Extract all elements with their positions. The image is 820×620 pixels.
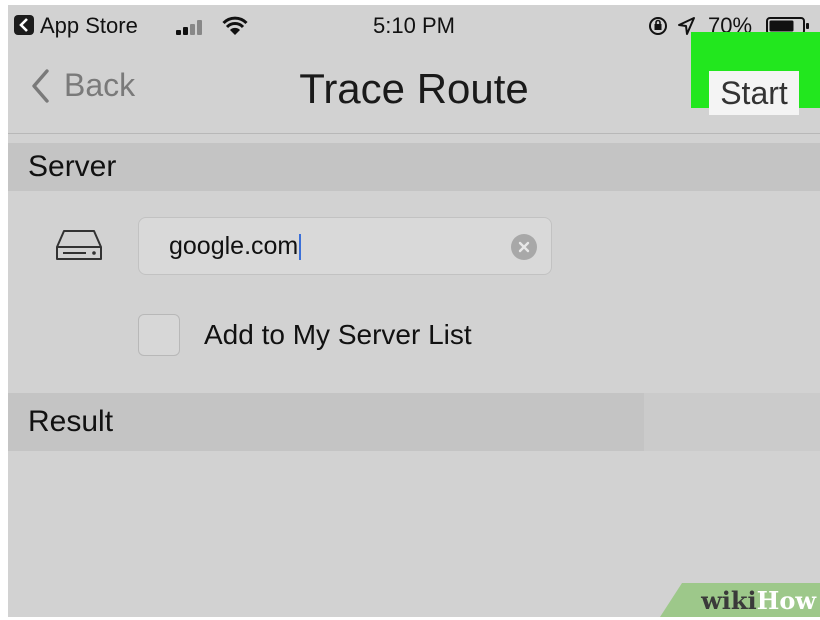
result-section-header: Result xyxy=(8,393,644,451)
text-caret xyxy=(299,234,302,261)
start-button[interactable]: Start xyxy=(709,71,799,115)
result-header-filler xyxy=(644,393,820,451)
clear-input-icon[interactable] xyxy=(511,234,537,260)
server-section-header: Server xyxy=(8,143,820,191)
wikihow-watermark: wiki How xyxy=(660,583,820,617)
server-section: google.com Add to My Server List xyxy=(8,191,820,393)
watermark-how: How xyxy=(756,585,816,615)
app-screen: App Store 5:10 PM 70% Back Trace Route S… xyxy=(8,5,820,617)
add-to-server-list-checkbox[interactable] xyxy=(138,314,180,356)
watermark-wiki: wiki xyxy=(701,585,757,615)
add-to-server-list-label[interactable]: Add to My Server List xyxy=(204,319,472,351)
hard-drive-icon xyxy=(56,230,102,260)
rotation-lock-icon xyxy=(649,17,667,35)
host-input[interactable]: google.com xyxy=(138,217,552,275)
host-value: google.com xyxy=(169,232,299,260)
